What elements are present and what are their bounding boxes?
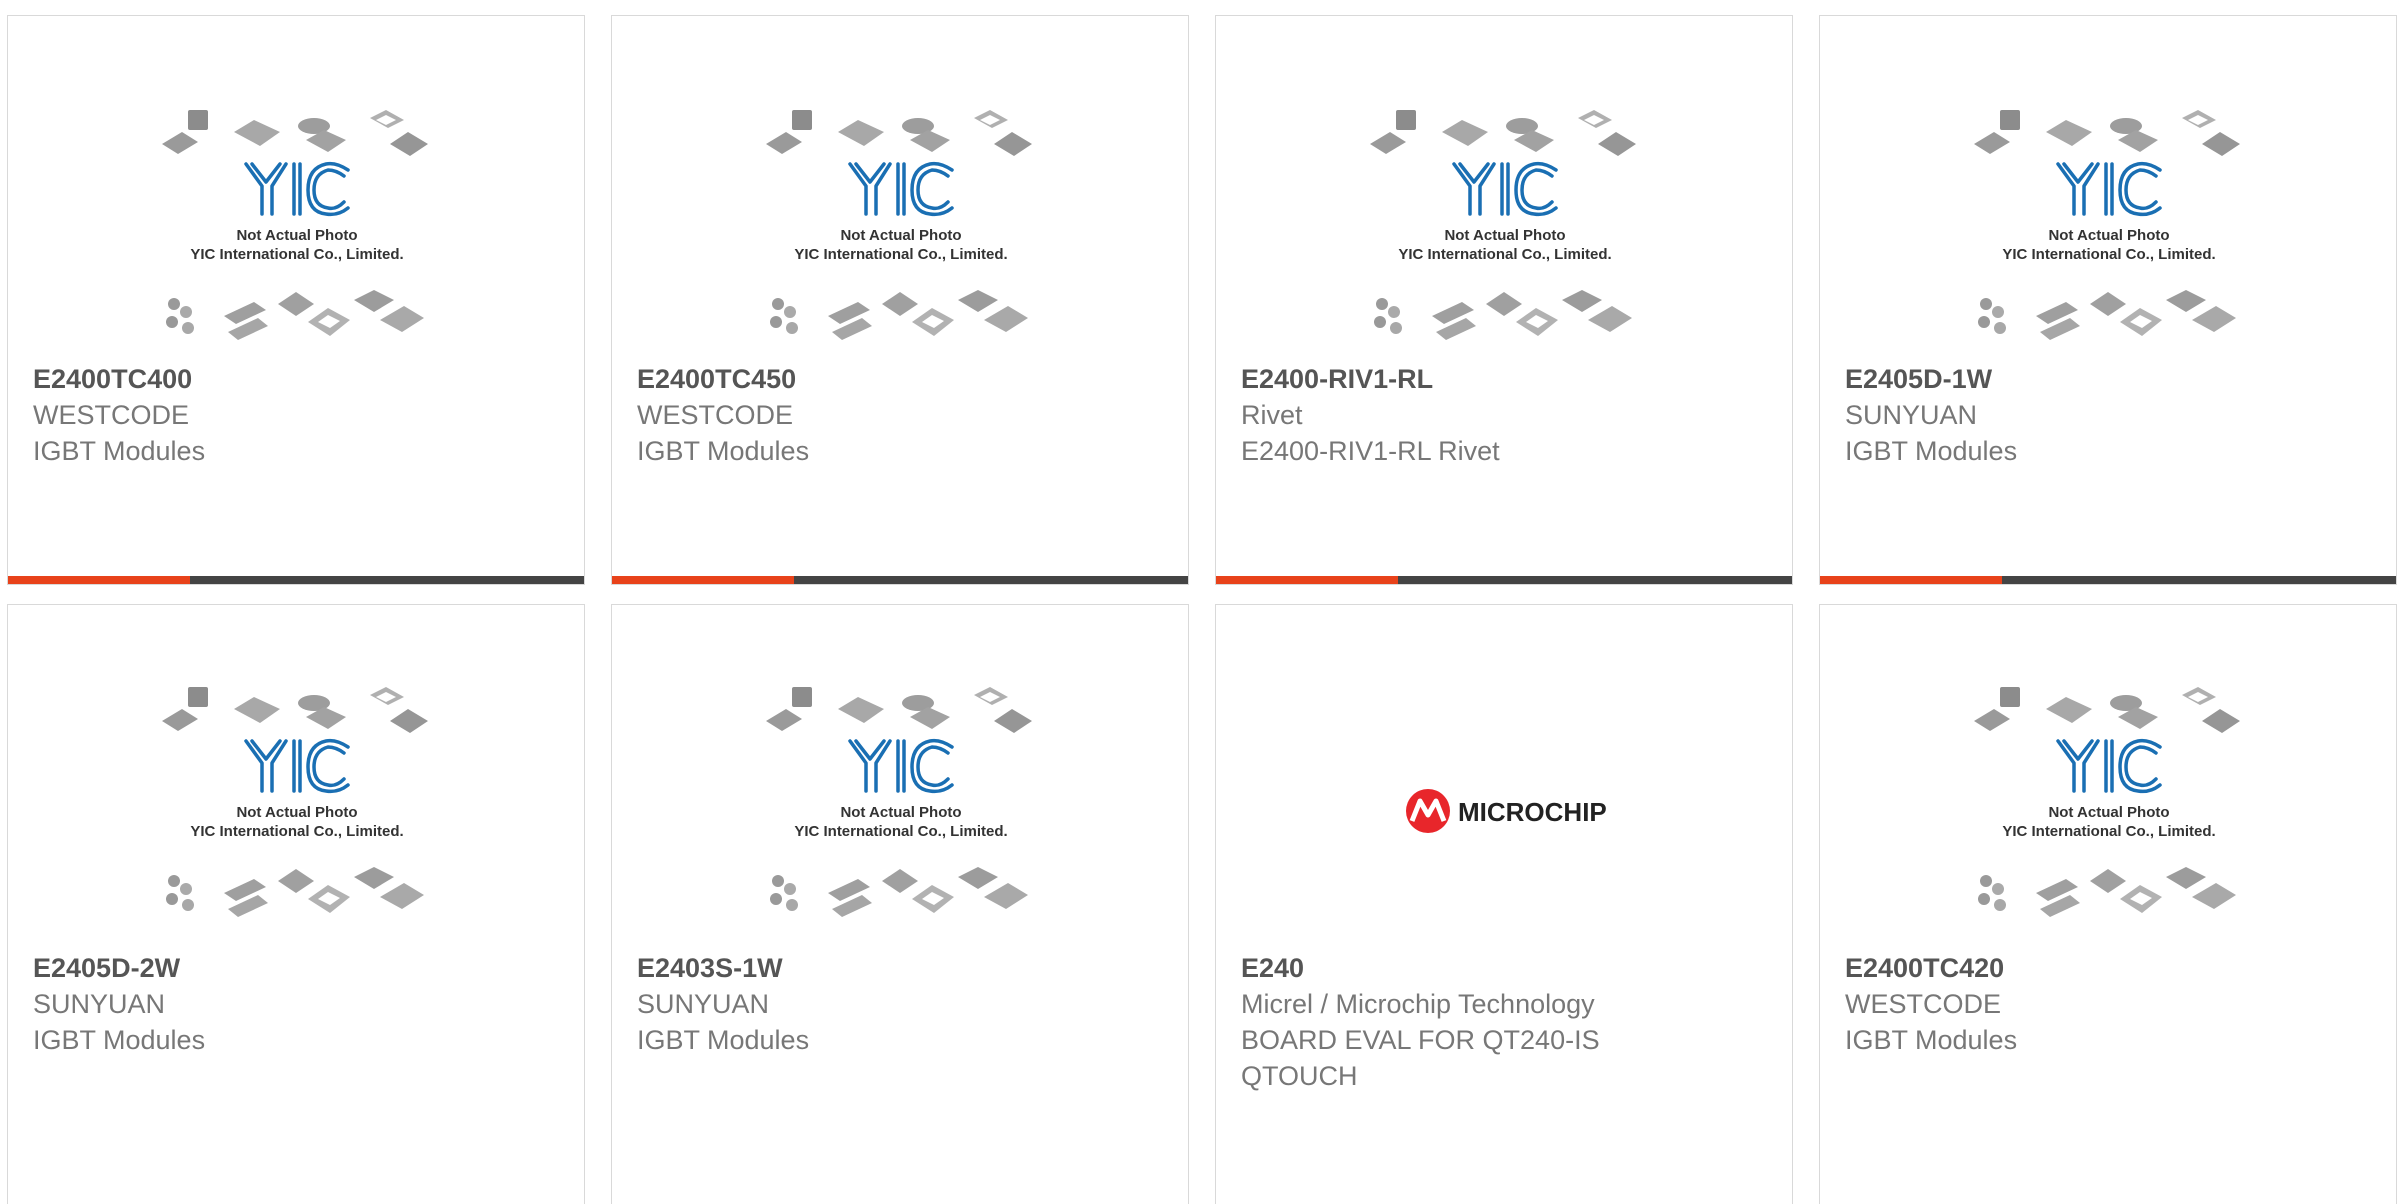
placeholder-caption-2: YIC International Co., Limited. <box>190 246 403 263</box>
product-info: E2405D-2W SUNYUAN IGBT Modules <box>33 950 564 1058</box>
placeholder-caption-1: Not Actual Photo <box>236 227 357 244</box>
product-info: E240 Micrel / Microchip Technology BOARD E… <box>1241 950 1772 1094</box>
manufacturer: SUNYUAN <box>33 989 166 1019</box>
placeholder-product-image[interactable]: Not Actual Photo YIC International Co., … <box>762 683 1040 939</box>
placeholder-caption-1: Not Actual Photo <box>236 804 357 821</box>
manufacturer: Micrel / Microchip Technology <box>1241 989 1595 1019</box>
placeholder-caption-2: YIC International Co., Limited. <box>794 246 1007 263</box>
placeholder-caption-1: Not Actual Photo <box>2048 227 2169 244</box>
yic-placeholder-graphic: Not Actual Photo YIC International Co., … <box>766 687 1032 917</box>
card-bottom-bar <box>1820 576 2396 584</box>
product-card[interactable]: MICROCHIP E240 Micrel / Microchip Technol… <box>1215 604 1793 1204</box>
description-continued: QTOUCH <box>1241 1061 1358 1091</box>
description: IGBT Modules <box>637 436 810 466</box>
yic-placeholder-graphic: Not Actual Photo YIC International Co., … <box>162 110 428 340</box>
product-card[interactable]: Not Actual Photo YIC International Co., … <box>7 604 585 1204</box>
placeholder-caption-1: Not Actual Photo <box>840 227 961 244</box>
part-number-link[interactable]: E2405D-2W <box>33 950 564 986</box>
yic-placeholder-graphic: Not Actual Photo YIC International Co., … <box>162 687 428 917</box>
description: BOARD EVAL FOR QT240-IS <box>1241 1025 1600 1055</box>
yic-placeholder-graphic: Not Actual Photo YIC International Co., … <box>766 110 1032 340</box>
placeholder-caption-2: YIC International Co., Limited. <box>794 823 1007 840</box>
product-card[interactable]: Not Actual Photo YIC International Co., … <box>611 604 1189 1204</box>
product-info: E2403S-1W SUNYUAN IGBT Modules <box>637 950 1168 1058</box>
microchip-product-image[interactable]: MICROCHIP <box>1366 683 1644 939</box>
description: E2400-RIV1-RL Rivet <box>1241 436 1500 466</box>
placeholder-product-image[interactable]: Not Actual Photo YIC International Co., … <box>158 683 436 939</box>
card-accent-bar <box>612 576 794 584</box>
description: IGBT Modules <box>637 1025 810 1055</box>
product-info: E2400TC420 WESTCODE IGBT Modules <box>1845 950 2376 1058</box>
part-number-link[interactable]: E2400TC450 <box>637 361 1168 397</box>
card-accent-bar <box>1216 576 1398 584</box>
description: IGBT Modules <box>33 1025 206 1055</box>
product-card[interactable]: Not Actual Photo YIC International Co., … <box>611 15 1189 585</box>
part-number-link[interactable]: E2400-RIV1-RL <box>1241 361 1772 397</box>
card-accent-bar <box>1820 576 2002 584</box>
part-number-link[interactable]: E2400TC400 <box>33 361 564 397</box>
product-card[interactable]: Not Actual Photo YIC International Co., … <box>1215 15 1793 585</box>
card-bottom-bar <box>612 576 1188 584</box>
yic-placeholder-graphic: Not Actual Photo YIC International Co., … <box>1974 687 2240 917</box>
yic-placeholder-graphic: Not Actual Photo YIC International Co., … <box>1974 110 2240 340</box>
placeholder-product-image[interactable]: Not Actual Photo YIC International Co., … <box>158 106 436 362</box>
description: IGBT Modules <box>1845 1025 2018 1055</box>
product-info: E2400TC400 WESTCODE IGBT Modules <box>33 361 564 469</box>
manufacturer: Rivet <box>1241 400 1303 430</box>
microchip-logo-icon: MICROCHIP <box>1406 789 1607 833</box>
manufacturer: SUNYUAN <box>1845 400 1978 430</box>
manufacturer: WESTCODE <box>1845 989 2002 1019</box>
part-number-link[interactable]: E2403S-1W <box>637 950 1168 986</box>
card-bottom-bar <box>8 576 584 584</box>
product-grid: Not Actual Photo YIC International Co., … <box>0 0 2400 1204</box>
placeholder-caption-1: Not Actual Photo <box>840 804 961 821</box>
product-card[interactable]: Not Actual Photo YIC International Co., … <box>1819 604 2397 1204</box>
manufacturer: WESTCODE <box>33 400 190 430</box>
placeholder-caption-1: Not Actual Photo <box>1444 227 1565 244</box>
svg-text:MICROCHIP: MICROCHIP <box>1458 797 1607 827</box>
placeholder-caption-2: YIC International Co., Limited. <box>1398 246 1611 263</box>
part-number-link[interactable]: E2405D-1W <box>1845 361 2376 397</box>
manufacturer: WESTCODE <box>637 400 794 430</box>
product-info: E2400-RIV1-RL Rivet E2400-RIV1-RL Rivet <box>1241 361 1772 469</box>
product-card[interactable]: Not Actual Photo YIC International Co., … <box>7 15 585 585</box>
card-accent-bar <box>8 576 190 584</box>
placeholder-product-image[interactable]: Not Actual Photo YIC International Co., … <box>1970 683 2248 939</box>
card-bottom-bar <box>1216 576 1792 584</box>
placeholder-caption-2: YIC International Co., Limited. <box>2002 823 2215 840</box>
placeholder-caption-2: YIC International Co., Limited. <box>2002 246 2215 263</box>
placeholder-product-image[interactable]: Not Actual Photo YIC International Co., … <box>762 106 1040 362</box>
product-info: E2405D-1W SUNYUAN IGBT Modules <box>1845 361 2376 469</box>
manufacturer: SUNYUAN <box>637 989 770 1019</box>
placeholder-product-image[interactable]: Not Actual Photo YIC International Co., … <box>1970 106 2248 362</box>
description: IGBT Modules <box>1845 436 2018 466</box>
part-number-link[interactable]: E240 <box>1241 950 1772 986</box>
placeholder-caption-2: YIC International Co., Limited. <box>190 823 403 840</box>
placeholder-caption-1: Not Actual Photo <box>2048 804 2169 821</box>
product-card[interactable]: Not Actual Photo YIC International Co., … <box>1819 15 2397 585</box>
description: IGBT Modules <box>33 436 206 466</box>
part-number-link[interactable]: E2400TC420 <box>1845 950 2376 986</box>
placeholder-product-image[interactable]: Not Actual Photo YIC International Co., … <box>1366 106 1644 362</box>
product-info: E2400TC450 WESTCODE IGBT Modules <box>637 361 1168 469</box>
yic-placeholder-graphic: Not Actual Photo YIC International Co., … <box>1370 110 1636 340</box>
